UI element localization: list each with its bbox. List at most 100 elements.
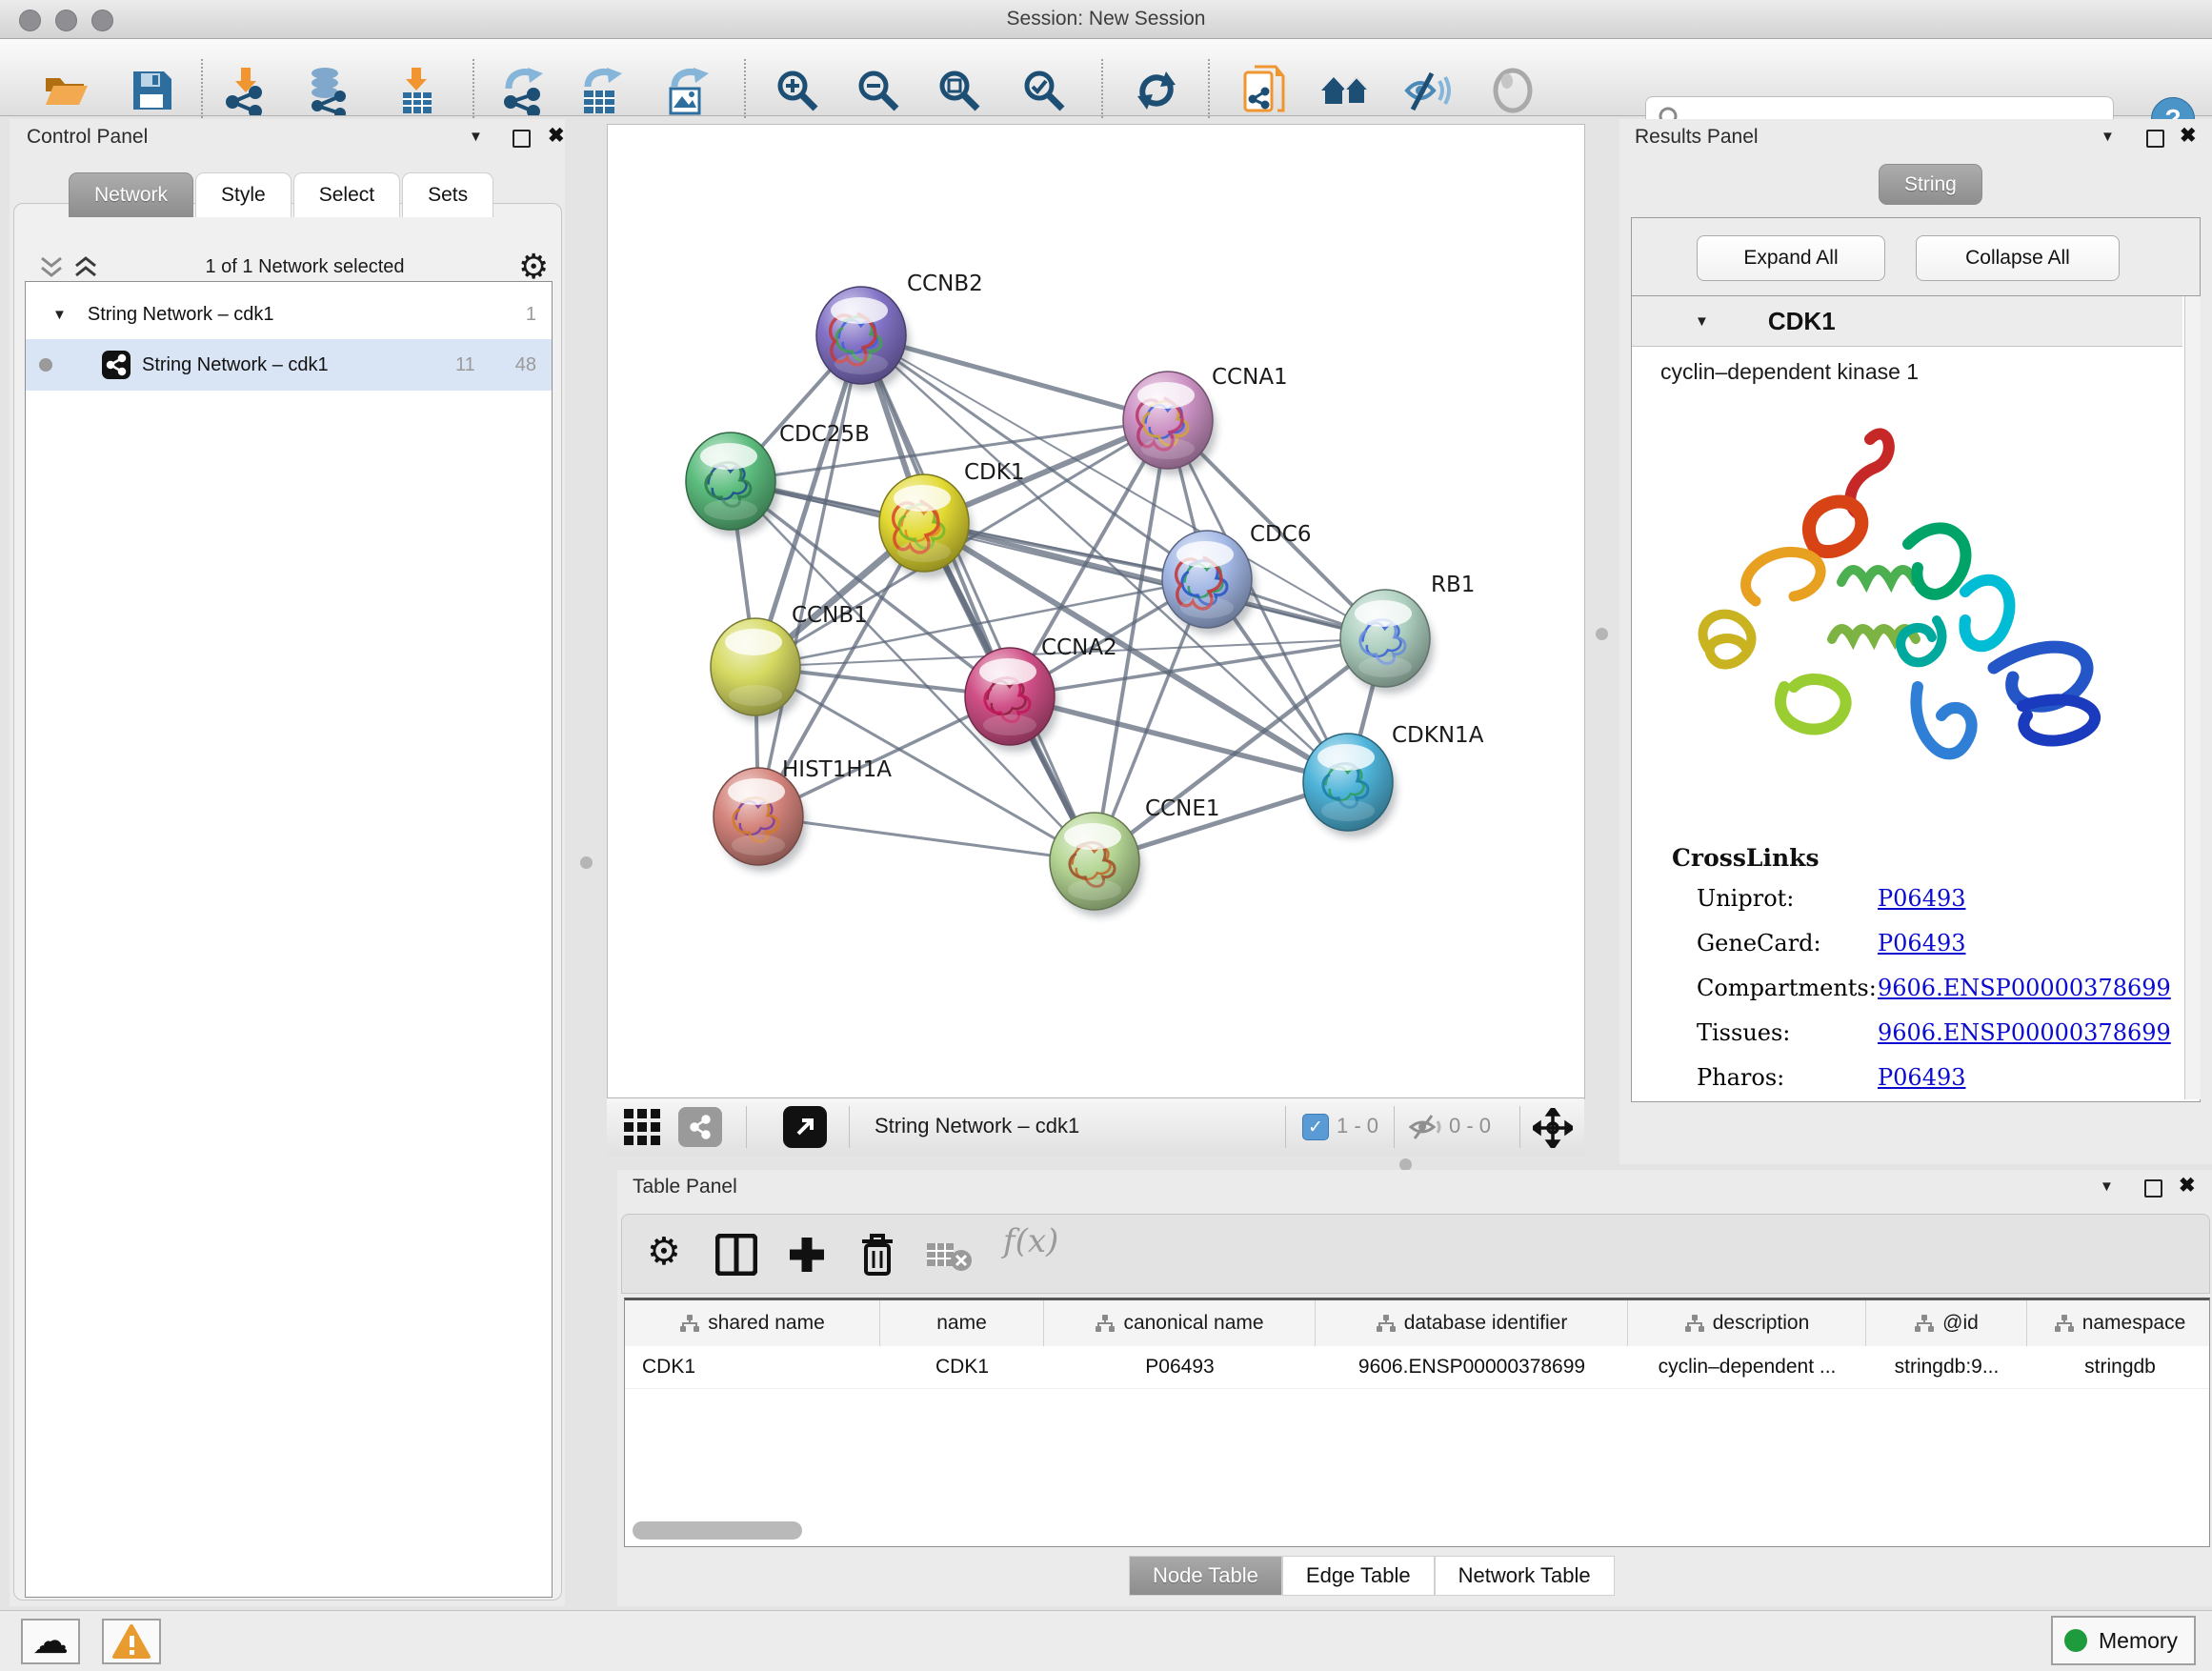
collapse-all-button[interactable]: Collapse All [1916,235,2120,281]
plus-icon[interactable] [786,1234,828,1276]
table-panel-menu-icon[interactable]: ▼ [2100,1178,2114,1195]
trash-icon[interactable] [858,1232,896,1278]
share-view-button[interactable] [678,1107,722,1147]
tab-string[interactable]: String [1879,164,1982,205]
zoom-out-button[interactable] [852,63,905,118]
crosslink-row: Pharos:P06493 [1697,1064,2173,1091]
save-session-button[interactable] [126,63,179,118]
crosslink-value-link[interactable]: P06493 [1878,930,1966,956]
zoom-selected-button[interactable] [1017,63,1071,118]
table-cell[interactable]: CDK1 [625,1346,880,1388]
results-scrollbar[interactable] [2184,296,2201,1099]
node-gloss [728,778,785,805]
tab-style[interactable]: Style [195,172,292,217]
results-panel-float-icon[interactable] [2146,130,2164,148]
gene-caret-icon[interactable]: ▼ [1695,313,1709,330]
columns-icon[interactable] [715,1234,757,1276]
string-network-icon [102,351,131,379]
function-builder-button[interactable]: f(x) [1003,1222,1058,1260]
import-database-icon [304,66,353,115]
refresh-layout-button[interactable] [1130,63,1183,118]
crosslink-value-link[interactable]: 9606.ENSP00000378699 [1878,975,2171,1001]
network-edge-CCNB2-HIST1H1A[interactable] [758,335,861,816]
network-node-CCNB2[interactable]: CCNB2 [816,272,983,391]
network-node-CDC6[interactable]: CDC6 [1162,522,1311,634]
import-network-file-button[interactable] [221,63,274,118]
stringify-document-button[interactable] [1238,63,1292,118]
tab-network[interactable]: Network [69,172,193,217]
network-row-selected[interactable]: String Network – cdk1 11 48 [26,339,552,391]
network-node-RB1[interactable]: RB1 [1340,573,1475,694]
table-cell[interactable]: stringdb [2027,1346,2210,1388]
table-panel-close-icon[interactable]: ✖ [2179,1174,2196,1198]
results-panel-menu-icon[interactable]: ▼ [2101,129,2115,145]
crosslink-value-link[interactable]: 9606.ENSP00000378699 [1878,1019,2171,1046]
crosslink-row: Compartments:9606.ENSP00000378699 [1697,975,2173,1001]
column-header-shared-name[interactable]: shared name [625,1300,880,1346]
table-cell[interactable]: P06493 [1044,1346,1316,1388]
network-node-CCNA1[interactable]: CCNA1 [1123,365,1288,475]
table-cell[interactable]: 9606.ENSP00000378699 [1316,1346,1628,1388]
results-panel-close-icon[interactable]: ✖ [2180,124,2197,148]
selected-checkbox-icon[interactable]: ✓ [1302,1114,1329,1140]
control-panel-menu-icon[interactable]: ▼ [469,129,483,145]
export-table-button[interactable] [576,63,630,118]
zoom-fit-button[interactable] [933,63,986,118]
node-label-CCNE1: CCNE1 [1145,796,1220,821]
network-node-CDKN1A[interactable]: CDKN1A [1303,723,1484,837]
open-session-button[interactable] [40,63,93,118]
birdseye-toggle-button[interactable] [783,1106,827,1148]
table-cell[interactable]: stringdb:9... [1866,1346,2027,1388]
column-header-name[interactable]: name [880,1300,1044,1346]
warnings-button[interactable] [102,1619,161,1664]
tab-sets[interactable]: Sets [402,172,493,217]
network-edge-CCNB2-CCNE1[interactable] [861,335,1095,861]
collection-caret-icon[interactable]: ▼ [52,307,67,323]
zoom-in-button[interactable] [771,63,824,118]
string-home-button[interactable] [1319,63,1373,118]
network-canvas[interactable]: CCNB2CCNA1CDC25BCDK1CDC6RB1CCNB1CCNA2CDK… [607,124,1585,1099]
table-panel-float-icon[interactable] [2144,1179,2162,1198]
tab-edge-table[interactable]: Edge Table [1282,1556,1435,1596]
export-network-button[interactable] [499,63,553,118]
delete-table-icon[interactable] [925,1239,975,1272]
pan-crosshair-icon[interactable] [1533,1108,1573,1148]
vertical-splitter-handle[interactable] [580,856,593,869]
import-network-database-button[interactable] [302,63,355,118]
tab-node-table[interactable]: Node Table [1129,1556,1282,1596]
vertical-splitter-handle[interactable] [1596,628,1608,640]
column-header-description[interactable]: description [1628,1300,1866,1346]
import-table-file-button[interactable] [391,63,444,118]
tab-select[interactable]: Select [293,172,400,217]
expand-all-button[interactable]: Expand All [1697,235,1885,281]
gear-icon[interactable]: ⚙ [647,1230,681,1274]
table-hscrollbar-thumb[interactable] [633,1521,802,1540]
memory-button[interactable]: Memory [2051,1616,2196,1665]
tab-network-table[interactable]: Network Table [1435,1556,1615,1596]
cloud-status-button[interactable]: ☁ [21,1619,80,1664]
control-panel-close-icon[interactable]: ✖ [548,124,565,148]
network-collection-row[interactable]: ▼ String Network – cdk1 1 [26,290,552,339]
string-glass-effect-button[interactable] [1402,63,1456,118]
column-header-database-identifier[interactable]: database identifier [1316,1300,1628,1346]
crosslink-value-link[interactable]: P06493 [1878,885,1966,912]
string-sphere-disabled-button[interactable] [1486,63,1539,118]
crosslink-row: Uniprot:P06493 [1697,885,2173,912]
network-edge-HIST1H1A-CCNE1[interactable] [758,816,1095,861]
node-label-CDC25B: CDC25B [779,422,870,447]
memory-label: Memory [2099,1628,2178,1654]
column-header-canonical-name[interactable]: canonical name [1044,1300,1316,1346]
column-header-@id[interactable]: @id [1866,1300,2027,1346]
grid-view-button[interactable] [622,1107,662,1152]
network-node-HIST1H1A[interactable]: HIST1H1A [714,757,892,872]
table-row[interactable]: CDK1CDK1P064939606.ENSP00000378699cyclin… [625,1346,2209,1389]
table-cell[interactable]: cyclin–dependent ... [1628,1346,1866,1388]
export-image-button[interactable] [661,63,714,118]
chevron-double-up-icon[interactable] [72,254,114,283]
column-header-namespace[interactable]: namespace [2027,1300,2210,1346]
hidden-eye-icon[interactable] [1407,1114,1445,1140]
gene-section-header[interactable]: ▼ CDK1 [1632,296,2182,347]
crosslink-value-link[interactable]: P06493 [1878,1064,1966,1091]
table-cell[interactable]: CDK1 [880,1346,1044,1388]
control-panel-float-icon[interactable] [513,130,531,148]
